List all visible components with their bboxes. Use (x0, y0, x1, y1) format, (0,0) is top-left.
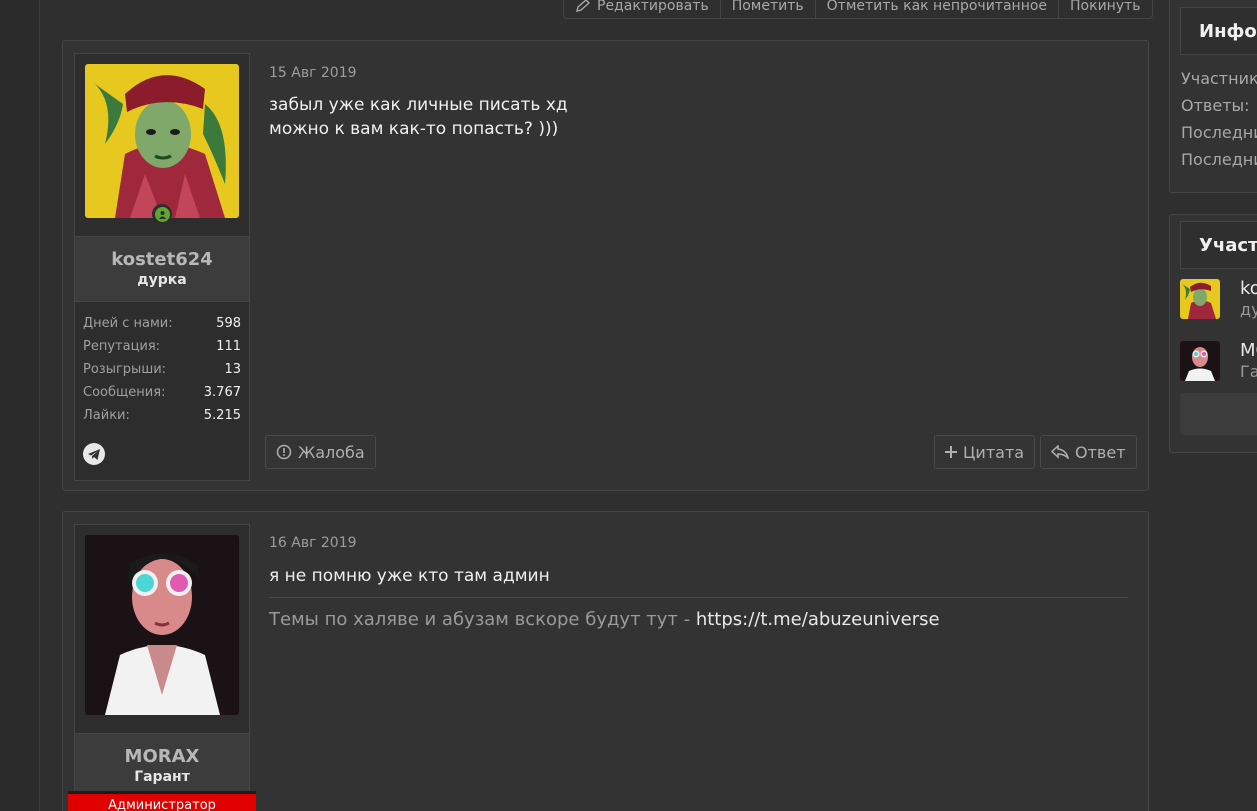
thread-toolbar: Редактировать Пометить Отметить как непр… (563, 0, 1153, 19)
stat-value: 13 (224, 362, 241, 377)
user-name-box: MORAX Гарант (75, 733, 249, 795)
pencil-icon (576, 0, 591, 12)
sidebar-info-row: Ответы: (1181, 96, 1250, 115)
plus-icon (945, 446, 957, 458)
mark-unread-label: Отметить как непрочитанное (826, 0, 1048, 14)
quote-button[interactable]: Цитата (934, 435, 1036, 469)
member-avatar[interactable] (1180, 341, 1220, 381)
mark-unread-button[interactable]: Отметить как непрочитанное (814, 0, 1058, 18)
warning-circle-icon (276, 444, 292, 460)
avatar[interactable] (85, 535, 239, 715)
user-name-box: kostet624 дурка (75, 236, 249, 302)
sidebar-info-block: Информация Участники Ответы: Последний П… (1169, 0, 1257, 193)
signature-link[interactable]: https://t.me/abuzeuniverse (696, 609, 940, 630)
stat-row: Лайки: 5.215 (83, 404, 241, 427)
stat-value: 5.215 (203, 408, 241, 423)
report-label: Жалоба (298, 442, 365, 462)
leave-label: Покинуть (1070, 0, 1141, 14)
post: kostet624 дурка Дней с нами: 598 Репутаци… (62, 40, 1149, 491)
member-title: Гарант (1240, 362, 1257, 381)
user-stats: Дней с нами: 598 Репутация: 111 Розыгрыши:… (75, 302, 249, 427)
post-date[interactable]: 16 Авг 2019 (269, 535, 357, 551)
post-text-line: можно к вам как-то попасть? ))) (269, 119, 559, 139)
report-button[interactable]: Жалоба (265, 435, 376, 469)
signature: Темы по халяве и абузам вскоре будут тут… (269, 597, 1128, 630)
stat-value: 598 (216, 316, 241, 331)
post-body: я не помню уже кто там админ (269, 564, 550, 588)
reply-arrow-icon (1051, 445, 1069, 459)
user-cell: kostet624 дурка Дней с нами: 598 Репутаци… (74, 53, 250, 481)
avatar-box (75, 525, 249, 733)
quote-label: Цитата (963, 442, 1025, 462)
user-title: дурка (137, 272, 187, 288)
mark-label: Пометить (731, 0, 804, 14)
sidebar-members-header[interactable]: Участники (1180, 221, 1257, 269)
signature-text: Темы по халяве и абузам вскоре будут тут… (269, 609, 696, 630)
post-body: забыл уже как личные писать хд можно к в… (269, 93, 568, 141)
stat-label: Дней с нами: (83, 316, 173, 331)
member-name[interactable]: kostet624 (1240, 279, 1257, 299)
sidebar-info-row: Участники (1181, 69, 1257, 88)
user-cell: MORAX Гарант Администратор (68, 524, 256, 811)
member-item[interactable]: MORAX Гарант (1180, 341, 1257, 393)
leave-button[interactable]: Покинуть (1058, 0, 1152, 18)
edit-button[interactable]: Редактировать (564, 0, 720, 18)
stat-value: 111 (216, 339, 241, 354)
member-avatar[interactable] (1180, 279, 1220, 319)
username-link[interactable]: kostet624 (75, 249, 249, 270)
reply-button[interactable]: Ответ (1040, 435, 1137, 469)
post-text-line: забыл уже как личные писать хд (269, 95, 568, 115)
edit-label: Редактировать (597, 0, 709, 14)
telegram-icon[interactable] (83, 443, 105, 465)
sidebar-info-row: Последний (1181, 123, 1257, 142)
stat-row: Сообщения: 3.767 (83, 381, 241, 404)
stat-label: Лайки: (83, 408, 130, 423)
sidebar-info-header[interactable]: Информация (1180, 7, 1257, 55)
mark-button[interactable]: Пометить (719, 0, 815, 18)
left-gutter (0, 0, 40, 811)
sidebar-info-title: Информация (1199, 20, 1257, 42)
user-title: Гарант (134, 769, 190, 785)
stat-row: Репутация: 111 (83, 335, 241, 358)
stat-value: 3.767 (203, 385, 241, 400)
reply-label: Ответ (1075, 442, 1126, 462)
sidebar-more-button[interactable] (1180, 393, 1257, 435)
sidebar-info-row: Последний (1181, 150, 1257, 169)
role-banner: Администратор (68, 791, 256, 811)
member-name[interactable]: MORAX (1240, 341, 1257, 361)
sidebar-members-title: Участники (1199, 234, 1257, 256)
sidebar-info-rows: Участники Ответы: Последний Последний (1170, 65, 1257, 173)
avatar[interactable] (85, 64, 239, 218)
online-status-icon (152, 204, 172, 224)
post: MORAX Гарант Администратор 16 Авг 2019 я… (62, 511, 1149, 811)
stat-row: Дней с нами: 598 (83, 312, 241, 335)
sidebar-members-block: Участники kostet624 дурка MORAX Гарант (1169, 214, 1257, 453)
member-item[interactable]: kostet624 дурка (1180, 279, 1257, 331)
stat-row: Розыгрыши: 13 (83, 358, 241, 381)
post-date[interactable]: 15 Авг 2019 (269, 65, 357, 81)
stat-label: Сообщения: (83, 385, 166, 400)
username-link[interactable]: MORAX (75, 746, 249, 767)
stat-label: Розыгрыши: (83, 362, 167, 377)
stat-label: Репутация: (83, 339, 161, 354)
member-title: дурка (1240, 300, 1257, 319)
avatar-box (75, 54, 249, 236)
post-text-line: я не помню уже кто там админ (269, 566, 550, 586)
